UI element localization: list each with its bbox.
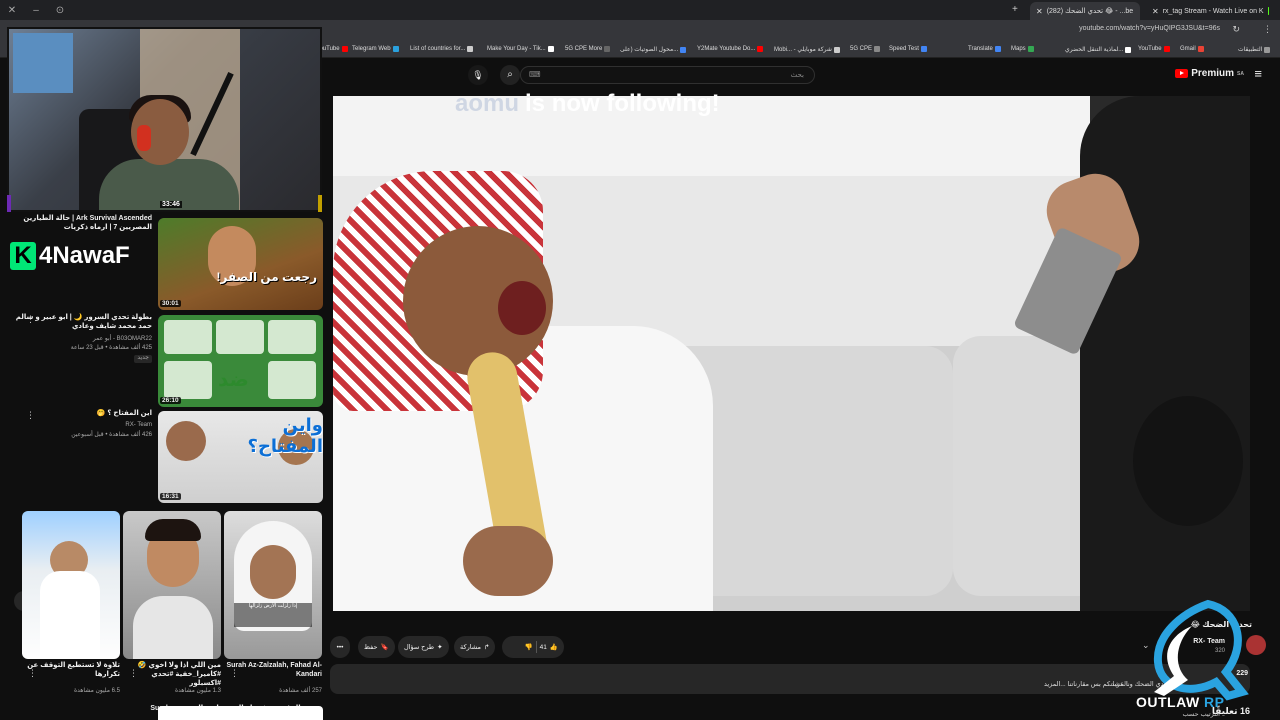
search-placeholder: بحث bbox=[790, 72, 804, 79]
voice-search-button[interactable]: 🎙 bbox=[468, 65, 488, 85]
rec-views: 426 ألف مشاهدة • قبل أسبوعين bbox=[71, 432, 152, 438]
short-thumbnail[interactable] bbox=[123, 511, 221, 659]
watermark-text: OUTLAW RP bbox=[1136, 694, 1225, 710]
rec-title[interactable]: اين المفتاح ؟ 🤭 bbox=[12, 410, 152, 419]
search-input[interactable]: بحث ⌨ bbox=[520, 66, 815, 84]
youtube-premium-logo[interactable]: Premium SA bbox=[1175, 68, 1244, 79]
keyboard-icon[interactable]: ⌨ bbox=[529, 70, 541, 79]
short-views: 6.5 مليون مشاهدة bbox=[73, 688, 120, 694]
bookmark-item[interactable]: Gmail bbox=[1180, 46, 1204, 52]
youtube-play-icon bbox=[1175, 69, 1189, 78]
bookmark-item[interactable]: Translate bbox=[968, 46, 1001, 52]
dislike-icon[interactable]: 👎 bbox=[525, 643, 533, 651]
duration-badge: 26:10 bbox=[160, 397, 181, 404]
rec-title[interactable]: Ark Survival Ascended | حالة الطيارين ال… bbox=[12, 215, 152, 233]
hamburger-menu-icon[interactable]: ≡ bbox=[1254, 66, 1262, 81]
bookmark-item[interactable]: YouTube bbox=[1138, 46, 1170, 52]
stream-timer: 33:46 bbox=[160, 201, 182, 208]
more-menu-icon[interactable]: ⋮ bbox=[1263, 24, 1272, 35]
tab-close-icon[interactable]: ✕ bbox=[1152, 7, 1159, 16]
short-views: 257 ألف مشاهدة bbox=[279, 688, 322, 694]
duration-badge: 16:31 bbox=[160, 493, 181, 500]
tab-youtube[interactable]: ✕ (282) تحدي الضحك 😂 - ...be bbox=[1030, 2, 1140, 20]
url-text[interactable]: youtube.com/watch?v=yHuQIPG3JSU&t=96s bbox=[1079, 25, 1220, 32]
bookmark-item[interactable]: Mobi... - شركة موبايلي bbox=[774, 46, 840, 53]
thumbnail-caption: واين المفتاح؟ bbox=[247, 415, 323, 456]
new-tab-icon[interactable]: + bbox=[1012, 4, 1018, 15]
description-box[interactable] bbox=[330, 664, 1250, 694]
like-dislike-group: 👍 41 👎 bbox=[502, 636, 564, 658]
bookmark-item[interactable]: List of countries for... bbox=[410, 46, 474, 52]
bookmark-item[interactable]: لماذية التنقل الحضري... bbox=[1065, 46, 1132, 53]
mic-icon: 🎙 bbox=[472, 70, 484, 80]
bookmark-item[interactable]: التطبيقات bbox=[1238, 46, 1271, 53]
duration-badge: 30:01 bbox=[160, 300, 181, 307]
video-actions: ••• 🔖 حفظ ✦ طرح سؤال ↱ مشاركة 👍 41 👎 bbox=[330, 636, 580, 658]
short-title[interactable]: مين اللي اذا ولا اخوي 🤣 #كاميرا_خفية #تح… bbox=[123, 662, 221, 688]
webcam-overlay bbox=[7, 27, 322, 212]
rec-channel[interactable]: RX- Team bbox=[12, 422, 152, 430]
like-count[interactable]: 41 bbox=[540, 644, 547, 651]
reload-icon[interactable]: ↻ bbox=[1232, 24, 1240, 35]
youtube-header: 🎙 ⌕ بحث ⌨ Premium SA ≡ bbox=[320, 60, 1280, 90]
short-thumbnail[interactable]: إذا زلزلت الأرض زلزالها bbox=[224, 511, 322, 659]
k4nawaf-logo: K 4NawaF bbox=[10, 240, 130, 272]
follow-alert: aomu is now following! bbox=[455, 90, 720, 117]
bookmark-item[interactable]: Make Your Day - Tik... bbox=[487, 46, 554, 52]
rec-channel[interactable]: B03OMAR22 - أبو عمر bbox=[12, 336, 152, 344]
rec-thumbnail[interactable]: رجعت من الصفر! 30:01 bbox=[158, 218, 323, 310]
bookmark-item[interactable]: Maps bbox=[1011, 46, 1034, 52]
short-title[interactable]: Surah Az-Zalzalah, Fahad Al-Kandari bbox=[224, 662, 322, 680]
rec-thumbnail[interactable] bbox=[158, 706, 323, 720]
search-icon: ⌕ bbox=[507, 69, 513, 80]
kick-logo-icon: K bbox=[10, 242, 36, 270]
rec-thumbnail[interactable]: واين المفتاح؟ 16:31 bbox=[158, 411, 323, 503]
new-badge: جديد bbox=[134, 355, 152, 363]
short-title[interactable]: تلاوة لا تستطيع التوقف عن تكرارها bbox=[22, 662, 120, 680]
thumbnail-caption: ضد bbox=[218, 369, 249, 391]
short-views: 1.3 مليون مشاهدة bbox=[174, 688, 221, 694]
bookmark-item[interactable]: 5G CPE More bbox=[565, 46, 611, 52]
restore-window-icon[interactable]: ⊙ bbox=[48, 5, 72, 16]
divider bbox=[535, 641, 537, 653]
bookmark-item[interactable]: Y2Mate Youtube Do... bbox=[697, 46, 764, 52]
bookmark-item[interactable]: محول الصوتيات (على... bbox=[620, 46, 687, 53]
rec-thumbnail[interactable]: ضد 26:10 bbox=[158, 315, 323, 407]
tab-close-icon[interactable]: ✕ bbox=[1036, 7, 1043, 16]
rec-title[interactable]: بطولة تحدي السرور 🌙 | ابو عبير و سالم حم… bbox=[12, 314, 152, 332]
tab-kick[interactable]: ✕ rx_tag Stream - Watch Live on K bbox=[1146, 2, 1274, 20]
bookmark-item[interactable]: Telegram Web bbox=[352, 46, 399, 52]
video-player[interactable] bbox=[333, 96, 1250, 611]
save-button[interactable]: 🔖 حفظ bbox=[358, 636, 395, 658]
close-window-icon[interactable]: ✕ bbox=[0, 5, 24, 16]
search-button[interactable]: ⌕ bbox=[500, 65, 520, 85]
share-button[interactable]: ↱ مشاركة bbox=[454, 636, 496, 658]
sparkle-icon: ✦ bbox=[437, 644, 443, 651]
more-actions-button[interactable]: ••• bbox=[330, 636, 350, 658]
browser-tab-strip: ✕ – ⊙ + ✕ (282) تحدي الضحك 😂 - ...be ✕ r… bbox=[0, 0, 1280, 20]
ask-button[interactable]: ✦ طرح سؤال bbox=[398, 636, 449, 658]
like-icon[interactable]: 👍 bbox=[550, 643, 558, 651]
thumbnail-caption: رجعت من الصفر! bbox=[216, 270, 317, 284]
bookmark-item[interactable]: Speed Test bbox=[889, 46, 927, 52]
short-thumbnail[interactable] bbox=[22, 511, 120, 659]
bookmark-item[interactable]: 5G CPE bbox=[850, 46, 881, 52]
short-caption: إذا زلزلت الأرض زلزالها bbox=[234, 603, 312, 627]
minimize-window-icon[interactable]: – bbox=[24, 5, 48, 16]
show-more-link[interactable]: ...المزيد bbox=[1106, 680, 1128, 688]
share-icon: ↱ bbox=[483, 644, 490, 651]
bookmark-icon: 🔖 bbox=[380, 644, 389, 651]
rec-views: 425 ألف مشاهدة • قبل 23 ساعة bbox=[70, 345, 152, 351]
